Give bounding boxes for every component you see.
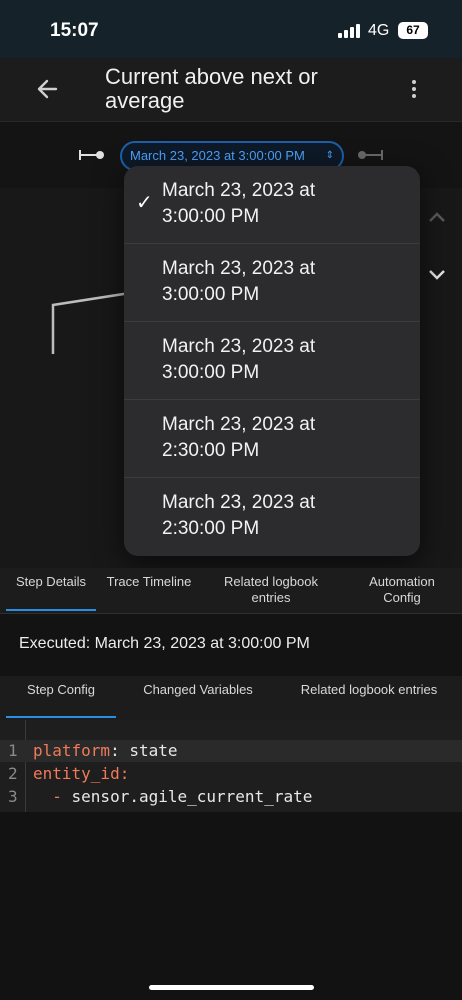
yaml-value: sensor.agile_current_rate [71, 787, 313, 806]
dropdown-option[interactable]: March 23, 2023 at 3:00:00 PM [124, 322, 420, 400]
active-tab-indicator [6, 609, 96, 611]
tab-step-details[interactable]: Step Details [6, 568, 96, 614]
battery-icon: 67 [398, 22, 428, 39]
app-header: Current above next or average [0, 58, 462, 122]
chevron-up-icon[interactable] [425, 206, 449, 230]
yaml-indent [33, 787, 52, 806]
yaml-separator: : [110, 741, 130, 760]
dropdown-option-label: March 23, 2023 at 3:00:00 PM [162, 336, 316, 383]
code-line: 1 platform: state [0, 740, 462, 762]
code-line: 3 - sensor.agile_current_rate [0, 786, 462, 808]
yaml-list-dash: - [52, 787, 72, 806]
yaml-key: platform [33, 741, 111, 760]
next-trace-button[interactable] [356, 144, 386, 166]
checkmark-icon: ✓ [136, 192, 153, 214]
tab-label: Step Config [27, 682, 95, 697]
tab-label: Automation Config [369, 574, 435, 605]
tab-label: Trace Timeline [106, 574, 192, 589]
detail-tabs: Step Details Trace Timeline Related logb… [0, 568, 462, 614]
tab-automation-config[interactable]: Automation Config [356, 568, 448, 614]
step-tabs: Step Config Changed Variables Related lo… [0, 676, 462, 720]
line-number: 3 [8, 787, 18, 806]
home-indicator[interactable] [149, 985, 314, 990]
empty-area [0, 812, 462, 1000]
tab-related-logbook[interactable]: Related logbook entries [212, 568, 330, 614]
tab-related-logbook-entries[interactable]: Related logbook entries [300, 676, 438, 722]
tab-label: Step Details [15, 574, 87, 589]
dropdown-option-label: March 23, 2023 at 2:30:00 PM [162, 492, 316, 539]
overflow-menu-button[interactable] [402, 74, 426, 104]
trace-select-value: March 23, 2023 at 3:00:00 PM [130, 148, 305, 163]
tab-trace-timeline[interactable]: Trace Timeline [106, 568, 192, 614]
line-number: 2 [8, 764, 18, 783]
previous-trace-button[interactable] [76, 144, 106, 166]
back-button[interactable] [30, 74, 64, 104]
trace-prev-icon [79, 150, 104, 160]
trace-dropdown-menu: ✓ March 23, 2023 at 3:00:00 PM March 23,… [124, 166, 420, 556]
executed-text: Executed: March 23, 2023 at 3:00:00 PM [19, 635, 310, 652]
trace-next-icon [358, 150, 383, 160]
dropdown-option[interactable]: March 23, 2023 at 2:30:00 PM [124, 400, 420, 478]
yaml-value: state [129, 741, 178, 760]
network-type: 4G [368, 22, 390, 39]
signal-icon [338, 24, 360, 38]
yaml-key: entity_id [33, 764, 120, 783]
dropdown-option-label: March 23, 2023 at 3:00:00 PM [162, 180, 316, 227]
line-number: 1 [8, 741, 18, 760]
tab-label: Changed Variables [143, 682, 253, 697]
dropdown-option[interactable]: March 23, 2023 at 3:00:00 PM [124, 244, 420, 322]
tab-label: Related logbook entries [300, 682, 438, 697]
dropdown-option-label: March 23, 2023 at 2:30:00 PM [162, 414, 316, 461]
page-title: Current above next or average [105, 64, 318, 113]
tab-label: Related logbook entries [224, 574, 318, 605]
executed-info: Executed: March 23, 2023 at 3:00:00 PM [0, 614, 462, 676]
chevron-down-icon[interactable] [425, 262, 449, 286]
active-subtab-indicator [6, 716, 116, 718]
dropdown-option[interactable]: March 23, 2023 at 2:30:00 PM [124, 478, 420, 556]
tab-changed-variables[interactable]: Changed Variables [142, 676, 254, 722]
yaml-editor[interactable]: 1 platform: state 2 entity_id: 3 - senso… [0, 720, 462, 812]
status-bar: 15:07 4G 67 [0, 0, 462, 58]
dropdown-option-label: March 23, 2023 at 3:00:00 PM [162, 258, 316, 305]
yaml-separator: : [119, 764, 130, 783]
arrow-left-icon [37, 79, 58, 99]
dropdown-option[interactable]: ✓ March 23, 2023 at 3:00:00 PM [124, 166, 420, 244]
code-line: 2 entity_id: [0, 763, 462, 785]
status-time: 15:07 [50, 20, 99, 41]
